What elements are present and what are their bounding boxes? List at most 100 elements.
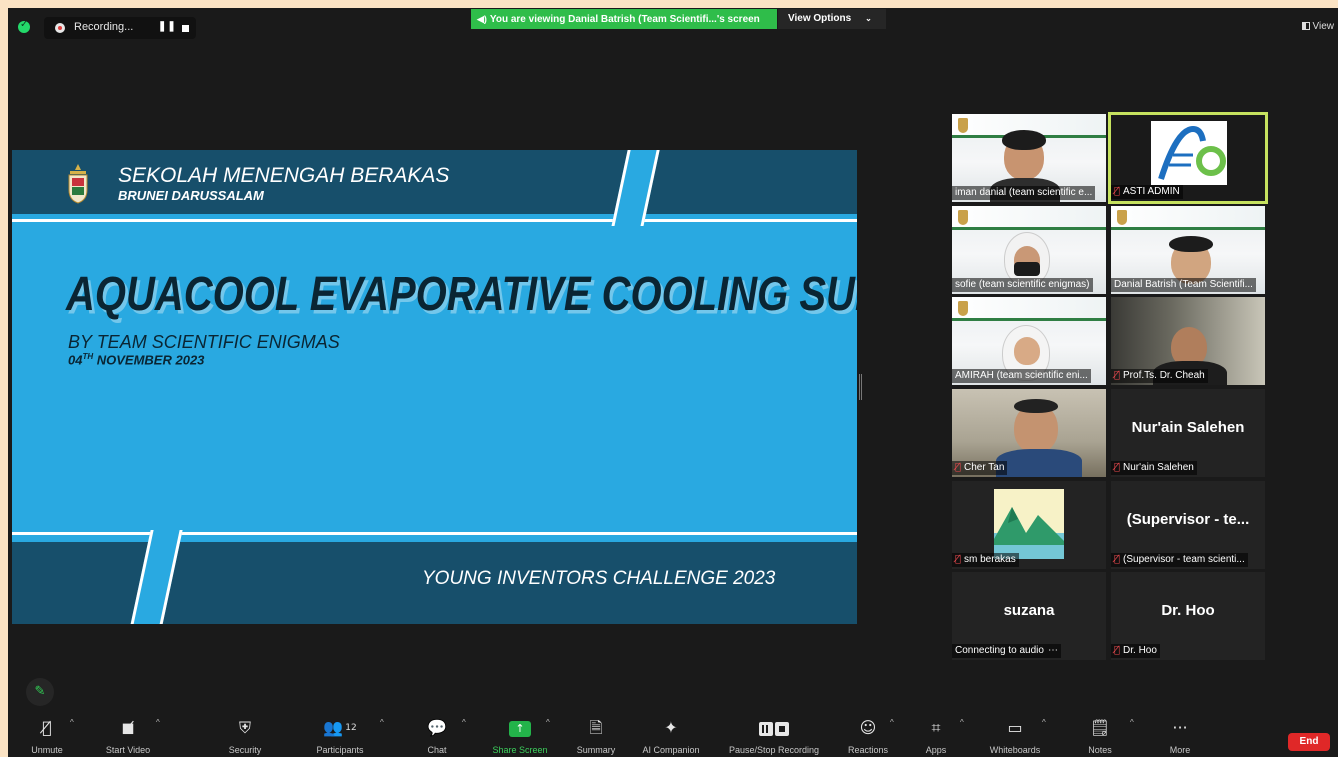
chevron-up-icon[interactable]: ^ (960, 718, 964, 727)
chevron-up-icon[interactable]: ^ (1130, 718, 1134, 727)
chevron-up-icon[interactable]: ^ (546, 718, 550, 727)
participants-icon: 👥 12 (323, 718, 357, 737)
chat-button[interactable]: 💬 ^ Chat (418, 716, 466, 757)
pause-stop-recording-button[interactable]: Pause/Stop Recording (718, 716, 830, 757)
share-screen-label: Share Screen (492, 745, 548, 755)
view-options-button[interactable]: View Options ⌄ (778, 9, 886, 29)
notes-label: Notes (1088, 745, 1112, 755)
apps-button[interactable]: ⌗ ^ Apps (920, 716, 964, 757)
view-button[interactable]: View (1301, 21, 1334, 32)
participant-name: Danial Batrish (Team Scientifi... (1111, 278, 1256, 292)
recording-text: Recording... (74, 21, 134, 33)
participant-name: AMIRAH (team scientific eni... (952, 369, 1091, 383)
participant-name: 🎙̸ Cher Tan (952, 461, 1008, 475)
virtual-background-banner (952, 206, 1106, 230)
participant-name: 🎙̸ ASTI ADMIN (1111, 185, 1183, 199)
ai-companion-button[interactable]: ✦ AI Companion (634, 716, 708, 757)
participant-name-text: Prof.Ts. Dr. Cheah (1123, 370, 1205, 381)
more-button[interactable]: ··· More (1162, 716, 1198, 757)
participants-count: 12 (345, 723, 357, 733)
chevron-up-icon[interactable]: ^ (462, 718, 466, 727)
profile-picture-landscape-icon (994, 489, 1064, 559)
chevron-up-icon[interactable]: ^ (156, 718, 160, 727)
unmute-button[interactable]: 🎙̸ ^ Unmute (20, 716, 74, 757)
participant-name: 🎙̸ Nur'ain Salehen (1111, 461, 1197, 475)
crest-icon (1117, 210, 1127, 225)
reactions-button[interactable]: ☺ ^ Reactions (842, 716, 894, 757)
view-options-label: View Options (788, 13, 852, 24)
muted-mic-icon: 🎙̸ (1114, 370, 1121, 381)
video-tile[interactable]: sofie (team scientific enigmas) (952, 206, 1106, 294)
slide-byline: BY TEAM SCIENTIFIC ENIGMAS (68, 332, 340, 352)
participant-name: 🎙̸ (Supervisor - team scienti... (1111, 553, 1248, 567)
participant-body (996, 449, 1082, 477)
school-crest-icon (68, 164, 88, 204)
participant-face (1014, 337, 1040, 365)
asti-logo-icon (1151, 121, 1227, 185)
slide-date-month: NOVEMBER 2023 (93, 352, 205, 368)
video-tile[interactable]: Danial Batrish (Team Scientifi... (1111, 206, 1265, 294)
virtual-background-banner (952, 297, 1106, 321)
slide-date-day: 04 (68, 352, 83, 368)
participant-name-text: Cher Tan (964, 462, 1005, 473)
video-tile[interactable]: 🎙̸ Cher Tan (952, 389, 1106, 477)
summary-button[interactable]: 🗎 Summary (568, 716, 624, 757)
chevron-up-icon[interactable]: ^ (380, 718, 384, 727)
smiley-icon: ☺ (859, 718, 877, 737)
reactions-label: Reactions (847, 745, 889, 755)
participant-name: Connecting to audio ⋯ (952, 644, 1061, 658)
viewing-screen-text: You are viewing Danial Batrish (Team Sci… (489, 14, 760, 25)
muted-mic-icon: 🎙̸ (955, 462, 962, 473)
stop-recording-icon[interactable] (182, 25, 189, 32)
video-tile[interactable]: (Supervisor - te... 🎙̸ (Supervisor - team… (1111, 481, 1265, 569)
shared-screen-slide: SEKOLAH MENENGAH BERAKAS BRUNEI DARUSSAL… (12, 150, 857, 624)
meeting-toolbar: 🎙̸ ^ Unmute ◼̸ ^ Start Video ⛨ Security … (8, 716, 1338, 757)
start-video-button[interactable]: ◼̸ ^ Start Video (96, 716, 160, 757)
participant-display-name: Nur'ain Salehen (1131, 419, 1245, 436)
security-button[interactable]: ⛨ Security (220, 716, 270, 757)
summary-doc-icon: 🗎 (589, 718, 603, 737)
participant-hair (1014, 399, 1058, 413)
annotate-pencil-icon[interactable]: ✎ (26, 678, 54, 706)
slide-footer-text: YOUNG INVENTORS CHALLENGE 2023 (422, 568, 776, 589)
video-tile[interactable]: AMIRAH (team scientific eni... (952, 297, 1106, 385)
video-tile[interactable]: Nur'ain Salehen 🎙̸ Nur'ain Salehen (1111, 389, 1265, 477)
participant-name: 🎙̸ Dr. Hoo (1111, 644, 1160, 658)
whiteboards-button[interactable]: ▭ ^ Whiteboards (980, 716, 1050, 757)
participants-button[interactable]: 👥 12 ^ Participants (304, 716, 383, 757)
participant-name: 🎙̸ Prof.Ts. Dr. Cheah (1111, 369, 1208, 383)
view-layout-icon (1301, 22, 1310, 30)
video-tile-active-speaker[interactable]: 🎙̸ ASTI ADMIN (1108, 112, 1268, 204)
pause-stop-icon (718, 716, 830, 740)
video-tile[interactable]: iman danial (team scientific e... (952, 114, 1106, 202)
more-label: More (1169, 745, 1191, 755)
splitter-handle[interactable] (859, 374, 862, 400)
end-meeting-button[interactable]: End (1288, 733, 1330, 751)
video-tile[interactable]: 🎙̸ Prof.Ts. Dr. Cheah (1111, 297, 1265, 385)
video-tile[interactable]: 🎙̸ sm berakas (952, 481, 1106, 569)
participant-name-text: sm berakas (964, 554, 1016, 565)
participant-name: 🎙̸ sm berakas (952, 553, 1019, 567)
more-dots-icon: ··· (1172, 718, 1188, 737)
video-tile[interactable]: suzana Connecting to audio ⋯ (952, 572, 1106, 660)
whiteboards-label: Whiteboards (989, 745, 1041, 755)
security-label: Security (228, 745, 262, 755)
participant-display-name: (Supervisor - te... (1126, 511, 1250, 528)
top-bar: Recording... ❚❚ ◀)You are viewing Danial… (8, 8, 1338, 44)
connecting-dots-icon: ⋯ (1047, 645, 1058, 656)
share-screen-button[interactable]: ↑ ^ Share Screen (484, 716, 556, 757)
crest-icon (958, 301, 968, 316)
encryption-shield-icon[interactable] (18, 19, 30, 33)
participant-name-text: Nur'ain Salehen (1123, 462, 1194, 473)
unmute-label: Unmute (31, 745, 63, 755)
participant-name-text: Connecting to audio (955, 645, 1044, 656)
slide-footer-line (12, 532, 857, 535)
chevron-up-icon[interactable]: ^ (70, 718, 74, 727)
notes-button[interactable]: 🗒 ^ Notes (1082, 716, 1134, 757)
chevron-up-icon[interactable]: ^ (1042, 718, 1046, 727)
chevron-up-icon[interactable]: ^ (890, 718, 894, 727)
pause-recording-icon[interactable]: ❚❚ (158, 21, 177, 32)
shield-icon: ⛨ (238, 718, 251, 737)
muted-mic-icon: 🎙̸ (1114, 645, 1121, 656)
video-tile[interactable]: Dr. Hoo 🎙̸ Dr. Hoo (1111, 572, 1265, 660)
